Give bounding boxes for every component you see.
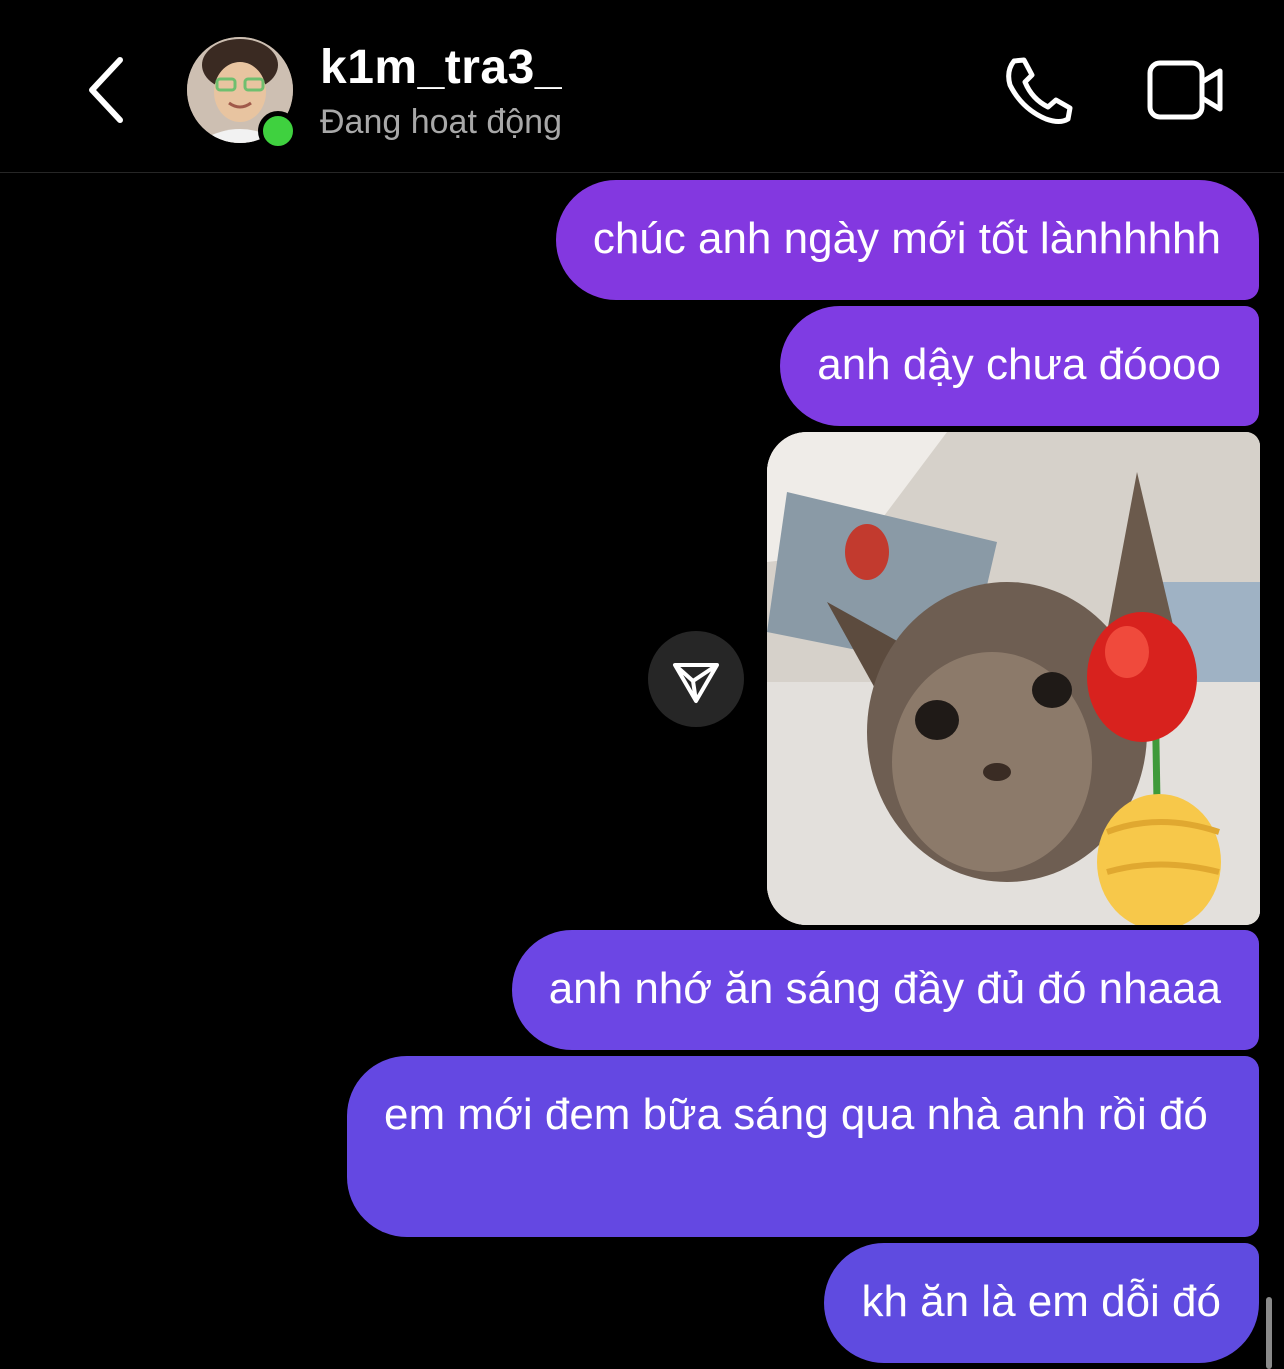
active-status: Đang hoạt động (320, 103, 562, 141)
video-camera-icon (1147, 60, 1223, 120)
share-button[interactable] (648, 631, 744, 727)
kitten-rose-image (767, 432, 1260, 925)
message-bubble[interactable]: chúc anh ngày mới tốt lànhhhhh (555, 180, 1259, 300)
message-image[interactable] (767, 432, 1260, 925)
send-icon (673, 663, 719, 703)
message-bubble[interactable]: kh ăn là em dỗi đó (824, 1243, 1259, 1363)
online-status-dot (258, 111, 298, 151)
message-bubble[interactable]: anh nhớ ăn sáng đầy đủ đó nhaaa (511, 930, 1259, 1050)
voice-call-button[interactable] (1000, 55, 1076, 125)
scrollbar[interactable] (1266, 1297, 1272, 1369)
message-bubble[interactable]: em mới đem bữa sáng qua nhà anh rồi đó (347, 1056, 1259, 1237)
chevron-left-icon (89, 57, 123, 123)
chat-header: k1m_tra3_ Đang hoạt động (0, 0, 1284, 173)
message-bubble[interactable]: anh dậy chưa đóooo (780, 306, 1259, 426)
chat-username[interactable]: k1m_tra3_ (320, 40, 562, 95)
back-button[interactable] (82, 55, 134, 125)
phone-icon (1006, 57, 1073, 124)
video-call-button[interactable] (1146, 58, 1226, 122)
